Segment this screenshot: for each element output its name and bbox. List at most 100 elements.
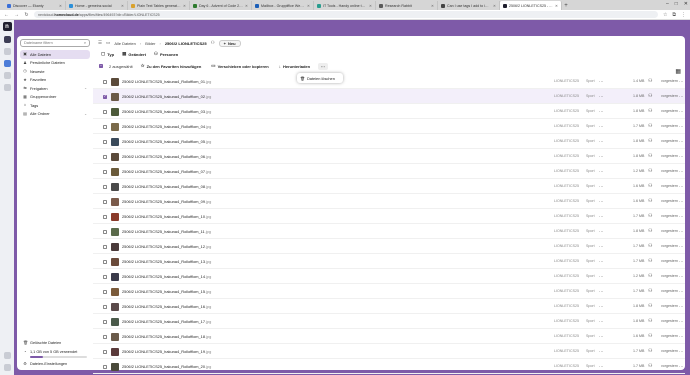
row-checkbox[interactable]	[103, 214, 107, 219]
file-tag[interactable]: LIONLETICS25	[554, 229, 579, 233]
file-tag[interactable]: Sport	[586, 199, 595, 203]
file-tag[interactable]: LIONLETICS25	[554, 289, 579, 293]
settings-gear-icon[interactable]	[3, 364, 11, 371]
contacts-app-icon[interactable]	[3, 72, 11, 79]
file-name[interactable]: 2506!2 LIONLETICS25_hakuna4_Rollofflom_0…	[122, 184, 211, 189]
browser-tab[interactable]: Day 6 - Advent of Code 2015 ✕	[190, 1, 252, 10]
toggle-sidebar-icon[interactable]: ☰	[98, 40, 102, 46]
files-settings-link[interactable]: ⚙ Dateien-Einstellungen	[20, 360, 90, 369]
file-row[interactable]: 2506!2 LIONLETICS25_hakuna4_Rollofflom_1…	[93, 284, 685, 299]
share-person-icon[interactable]: ⚇	[648, 318, 652, 324]
tags-more-icon[interactable]: ⋯	[599, 364, 604, 370]
sidebar-item[interactable]: ⇆ Freigaben ⌄	[20, 84, 90, 93]
file-tag[interactable]: LIONLETICS25	[554, 79, 579, 83]
share-person-icon[interactable]: ⚇	[648, 303, 652, 309]
file-name[interactable]: 2506!2 LIONLETICS25_hakuna4_Rollofflom_1…	[122, 319, 211, 324]
filename-filter-input[interactable]: Dateiname filtern ⌕	[20, 39, 90, 47]
row-checkbox[interactable]	[103, 259, 107, 264]
file-name[interactable]: 2506!2 LIONLETICS25_hakuna4_Rollofflom_1…	[122, 274, 211, 279]
image-thumbnail[interactable]	[111, 77, 119, 86]
file-tag[interactable]: LIONLETICS25	[554, 169, 579, 173]
tags-more-icon[interactable]: ⋯	[599, 304, 604, 310]
three-dots-icon[interactable]: ⋯	[679, 289, 684, 295]
file-row[interactable]: 2506!2 LIONLETICS25_hakuna4_Rollofflom_1…	[93, 314, 685, 329]
three-dots-icon[interactable]: ⋯	[679, 214, 684, 220]
file-tag[interactable]: LIONLETICS25	[554, 214, 579, 218]
row-checkbox[interactable]	[103, 79, 107, 84]
share-person-icon[interactable]: ⚇	[648, 273, 652, 279]
row-checkbox[interactable]	[103, 229, 107, 234]
maximize-button[interactable]: □	[675, 1, 678, 7]
share-person-icon[interactable]: ⚇	[648, 93, 652, 99]
file-row[interactable]: 2506!2 LIONLETICS25_hakuna4_Rollofflom_0…	[93, 164, 685, 179]
share-person-icon[interactable]: ⚇	[648, 288, 652, 294]
deleted-files-link[interactable]: 🗑 Gelöschte Dateien	[20, 339, 90, 348]
image-thumbnail[interactable]	[111, 92, 119, 101]
three-dots-icon[interactable]: ⋯	[679, 364, 684, 370]
tags-more-icon[interactable]: ⋯	[599, 184, 604, 190]
share-person-icon[interactable]: ⚇	[648, 348, 652, 354]
three-dots-icon[interactable]: ⋯	[679, 244, 684, 250]
row-checkbox[interactable]	[103, 244, 107, 249]
new-tab-button[interactable]: +	[562, 1, 570, 10]
tab-close-icon[interactable]: ✕	[59, 4, 62, 8]
image-thumbnail[interactable]	[111, 137, 119, 146]
file-tag[interactable]: LIONLETICS25	[554, 304, 579, 308]
extensions-icon[interactable]: ⧉	[672, 12, 676, 18]
file-tag[interactable]: LIONLETICS25	[554, 274, 579, 278]
download-button[interactable]: ↓ Herunterladen	[277, 63, 312, 70]
tags-more-icon[interactable]: ⋯	[599, 274, 604, 280]
file-name[interactable]: 2506!2 LIONLETICS25_hakuna4_Rollofflom_0…	[122, 139, 211, 144]
file-tag[interactable]: Sport	[586, 214, 595, 218]
row-checkbox[interactable]	[103, 289, 107, 294]
image-thumbnail[interactable]	[111, 302, 119, 311]
browser-tab[interactable]: Research Rabbit ✕	[376, 1, 438, 10]
file-row[interactable]: 2506!2 LIONLETICS25_hakuna4_Rollofflom_0…	[93, 119, 685, 134]
row-checkbox[interactable]	[103, 184, 107, 189]
photos-app-icon[interactable]	[3, 48, 11, 55]
breadcrumb-current-folder[interactable]: 2506!2 LIONLETICS25	[165, 41, 207, 46]
row-checkbox[interactable]: ✓	[103, 94, 107, 99]
new-button[interactable]: + Neu	[218, 39, 241, 47]
file-row[interactable]: 2506!2 LIONLETICS25_hakuna4_Rollofflom_1…	[93, 269, 685, 284]
tab-close-icon[interactable]: ✕	[245, 4, 248, 8]
row-checkbox[interactable]	[103, 319, 107, 324]
three-dots-icon[interactable]: ⋯	[679, 349, 684, 355]
browser-tab[interactable]: Can I use tags I add to images ✕	[438, 1, 500, 10]
tags-more-icon[interactable]: ⋯	[599, 109, 604, 115]
sidebar-item[interactable]: ▤ Alle Ordner ⌄	[20, 110, 90, 119]
file-name[interactable]: 2506!2 LIONLETICS25_hakuna4_Rollofflom_1…	[122, 244, 211, 249]
file-name[interactable]: 2506!2 LIONLETICS25_hakuna4_Rollofflom_1…	[122, 289, 211, 294]
select-all-checkbox[interactable]: –	[99, 64, 103, 68]
share-person-icon[interactable]: ⚇	[648, 228, 652, 234]
browser-tab[interactable]: Plain Text Tables generator - Te✕	[128, 1, 190, 10]
tab-close-icon[interactable]: ✕	[121, 4, 124, 8]
breadcrumb-all-files[interactable]: Alle Dateien	[114, 41, 136, 46]
image-thumbnail[interactable]	[111, 287, 119, 296]
tab-close-icon[interactable]: ✕	[493, 4, 496, 8]
file-row[interactable]: 2506!2 LIONLETICS25_hakuna4_Rollofflom_1…	[93, 299, 685, 314]
browser-tab[interactable]: Mailbox - Gruppiffice Webfakt ✕	[252, 1, 314, 10]
share-person-icon[interactable]: ⚇	[648, 243, 652, 249]
file-tag[interactable]: LIONLETICS25	[554, 349, 579, 353]
calendar-app-icon[interactable]	[3, 84, 11, 91]
image-thumbnail[interactable]	[111, 317, 119, 326]
share-person-icon[interactable]: ⚇	[648, 78, 652, 84]
three-dots-icon[interactable]: ⋯	[679, 274, 684, 280]
file-tag[interactable]: Sport	[586, 79, 595, 83]
image-thumbnail[interactable]	[111, 347, 119, 356]
tab-close-icon[interactable]: ✕	[555, 4, 558, 8]
sidebar-item[interactable]: ⌂ Tags	[20, 101, 90, 110]
file-tag[interactable]: Sport	[586, 289, 595, 293]
more-actions-button[interactable]: ···	[318, 62, 329, 70]
row-checkbox[interactable]	[103, 304, 107, 309]
three-dots-icon[interactable]: ⋯	[679, 169, 684, 175]
file-tag[interactable]: Sport	[586, 124, 595, 128]
image-thumbnail[interactable]	[111, 227, 119, 236]
file-row[interactable]: 2506!2 LIONLETICS25_hakuna4_Rollofflom_1…	[93, 329, 685, 344]
file-row[interactable]: 2506!2 LIONLETICS25_hakuna4_Rollofflom_0…	[93, 104, 685, 119]
file-row[interactable]: 2506!2 LIONLETICS25_hakuna4_Rollofflom_1…	[93, 254, 685, 269]
url-input[interactable]: nextcloud. homecloud.de/apps/files/files/…	[34, 11, 658, 18]
filter-type[interactable]: ▢ Typ	[101, 51, 114, 57]
share-person-icon[interactable]: ⚇	[211, 40, 215, 46]
